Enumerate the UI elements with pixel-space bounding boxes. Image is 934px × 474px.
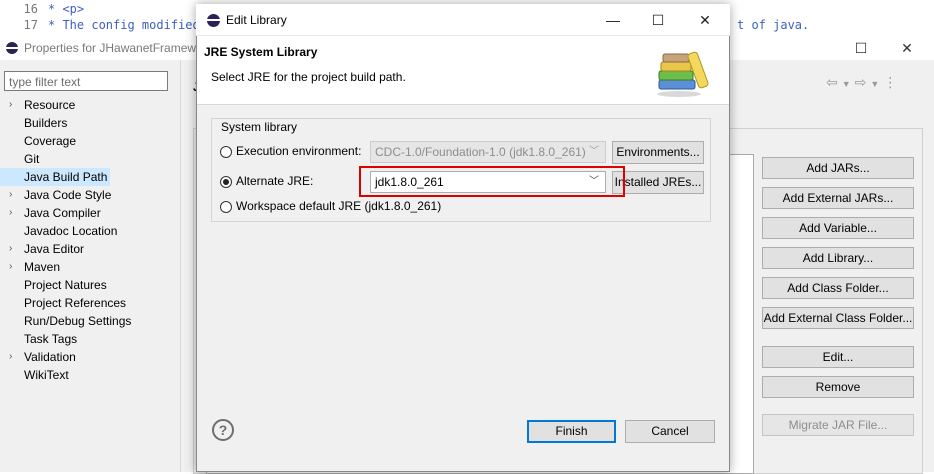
code-line-fragment: t of java. <box>737 18 810 32</box>
chevron-down-icon[interactable]: ▼ <box>842 79 855 89</box>
tree-item-java-compiler[interactable]: › Java Compiler <box>0 204 180 222</box>
tree-item-java-editor[interactable]: › Java Editor <box>0 240 180 258</box>
workspace-default-jre-radio[interactable] <box>220 201 232 213</box>
close-icon[interactable]: ✕ <box>683 4 727 36</box>
code-line: 17 * The config modified <box>23 18 200 32</box>
add-class-folder-button[interactable]: Add Class Folder... <box>762 277 914 299</box>
dialog-title: Edit Library <box>226 13 287 27</box>
tree-item-coverage[interactable]: Coverage <box>0 132 180 150</box>
tree-item-javadoc-location[interactable]: Javadoc Location <box>0 222 180 240</box>
tree-item-builders[interactable]: Builders <box>0 114 180 132</box>
dialog-header: JRE System Library Select JRE for the pr… <box>197 36 729 105</box>
dialog-description: Select JRE for the project build path. <box>211 70 406 84</box>
expand-arrow-icon[interactable]: › <box>9 258 12 276</box>
maximize-icon[interactable]: ☐ <box>636 4 680 36</box>
tree-item-git[interactable]: Git <box>0 150 180 168</box>
add-variable-button[interactable]: Add Variable... <box>762 217 914 239</box>
workspace-default-jre-label: Workspace default JRE (jdk1.8.0_261) <box>236 199 442 213</box>
expand-arrow-icon[interactable]: › <box>9 204 12 222</box>
properties-maximize-icon[interactable]: ☐ <box>838 36 884 60</box>
migrate-jar-file-button[interactable]: Migrate JAR File... <box>762 414 914 436</box>
dialog-heading: JRE System Library <box>204 45 318 59</box>
expand-arrow-icon[interactable]: › <box>9 186 12 204</box>
eclipse-icon <box>207 14 220 27</box>
execution-environment-value: CDC-1.0/Foundation-1.0 (jdk1.8.0_261) <box>375 145 586 159</box>
expand-arrow-icon[interactable]: › <box>9 348 12 366</box>
execution-environment-label: Execution environment: <box>236 144 362 158</box>
execution-environment-select[interactable]: CDC-1.0/Foundation-1.0 (jdk1.8.0_261) ﹀ <box>370 141 606 163</box>
cancel-button[interactable]: Cancel <box>625 420 715 443</box>
tree-item-java-code-style[interactable]: › Java Code Style <box>0 186 180 204</box>
tree-item-validation[interactable]: › Validation <box>0 348 180 366</box>
properties-tree: › Resource Builders Coverage Git Java Bui… <box>0 96 180 384</box>
chevron-down-icon: ﹀ <box>589 146 599 157</box>
tree-item-project-references[interactable]: Project References <box>0 294 180 312</box>
tree-item-project-natures[interactable]: Project Natures <box>0 276 180 294</box>
environments-button[interactable]: Environments... <box>612 141 704 164</box>
tree-item-task-tags[interactable]: Task Tags <box>0 330 180 348</box>
filter-input[interactable]: type filter text <box>4 71 168 91</box>
tree-item-wikitext[interactable]: WikiText <box>0 366 180 384</box>
code-line: 16 * <p> <box>23 2 85 16</box>
expand-arrow-icon[interactable]: › <box>9 240 12 258</box>
add-library-button[interactable]: Add Library... <box>762 247 914 269</box>
history-navigation: ⇦▼⇨▼⋮ <box>826 74 901 91</box>
library-books-icon <box>657 51 709 97</box>
properties-title: Properties for JHawanetFramewo <box>24 41 203 55</box>
forward-arrow-icon[interactable]: ⇨ <box>855 74 871 90</box>
tree-item-java-build-path[interactable]: Java Build Path <box>0 168 110 186</box>
help-icon[interactable]: ? <box>212 419 234 441</box>
back-arrow-icon[interactable]: ⇦ <box>826 74 842 90</box>
view-menu-icon[interactable]: ⋮ <box>883 74 901 90</box>
add-jars-button[interactable]: Add JARs... <box>762 157 914 179</box>
expand-arrow-icon[interactable]: › <box>9 96 12 114</box>
system-library-label: System library <box>218 120 301 134</box>
add-external-jars-button[interactable]: Add External JARs... <box>762 187 914 209</box>
tree-item-resource[interactable]: › Resource <box>0 96 180 114</box>
chevron-down-icon[interactable]: ▼ <box>870 79 883 89</box>
add-external-class-folder-button[interactable]: Add External Class Folder... <box>762 307 914 329</box>
execution-environment-radio[interactable] <box>220 146 232 158</box>
edit-button[interactable]: Edit... <box>762 346 914 368</box>
finish-button[interactable]: Finish <box>527 420 616 443</box>
eclipse-icon <box>6 42 18 54</box>
remove-button[interactable]: Remove <box>762 376 914 398</box>
minimize-icon[interactable]: — <box>591 4 635 36</box>
tree-item-maven[interactable]: › Maven <box>0 258 180 276</box>
alternate-jre-radio[interactable] <box>220 176 232 188</box>
highlight-box <box>359 166 625 197</box>
alternate-jre-label: Alternate JRE: <box>236 174 314 188</box>
properties-close-icon[interactable]: ✕ <box>884 36 930 60</box>
tree-item-run-debug-settings[interactable]: Run/Debug Settings <box>0 312 180 330</box>
installed-jres-button[interactable]: Installed JREs... <box>612 171 704 194</box>
